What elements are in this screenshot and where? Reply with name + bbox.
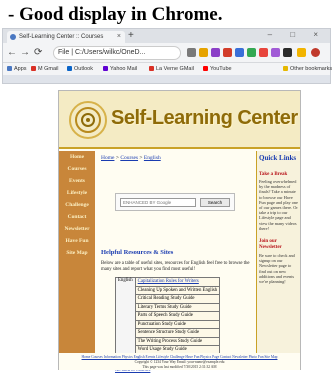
footer-links[interactable]: Home Courses Information Physics English… [59, 353, 300, 359]
resource-link[interactable]: Sentence Structure Study Guide [138, 330, 199, 335]
search-icon[interactable] [187, 48, 196, 57]
star-icon[interactable] [199, 48, 208, 57]
tab-strip: Self-Learning Center :: Courses × + – □ … [3, 29, 330, 43]
bookmark-item[interactable]: Other bookmarks [283, 63, 332, 75]
spiral-logo-icon [69, 101, 107, 139]
nav-lifestyle[interactable]: Lifestyle [59, 188, 95, 199]
site-banner: Self-Learning Center [59, 91, 300, 149]
google-search-box: Search [115, 193, 235, 211]
breadcrumb-home[interactable]: Home [101, 155, 114, 161]
favicon-icon [10, 34, 16, 40]
newsletter-text: Be sure to check and signup on our Newsl… [259, 253, 295, 285]
nav-contact[interactable]: Contact [59, 212, 95, 223]
resource-cell: Sentence Structure Study Guide [134, 328, 221, 338]
nav-site-map[interactable]: Site Map [59, 248, 95, 259]
footer-copyright: Copyright © 1234 Your Way Email: your-na… [134, 360, 225, 364]
extension-icon[interactable] [297, 48, 306, 57]
bookmark-item[interactable]: M Gmail [31, 63, 58, 75]
browser-toolbar: ← → ⟳ File | C:/Users/wilkc/OneD... [3, 43, 330, 63]
resource-cell: The Writing Process Study Guide [134, 336, 221, 346]
resources-heading: Helpful Resources & Sites [101, 249, 174, 256]
resource-cell: Literary Terms Study Guide [134, 302, 221, 312]
resource-cell: Punctuation Study Guide [134, 319, 221, 329]
nav-have-fun[interactable]: Have Fun [59, 236, 95, 247]
extension-icon[interactable] [259, 48, 268, 57]
breadcrumb-courses[interactable]: Courses [120, 155, 138, 161]
footer-updated: This page was last modified 7/30/2015 2:… [142, 365, 217, 369]
site-container: Self-Learning Center Home Courses Events… [58, 90, 301, 372]
nav-courses[interactable]: Courses [59, 164, 95, 175]
nav-home[interactable]: Home [59, 152, 95, 163]
site-footer: Home Courses Information Physics English… [59, 353, 300, 370]
address-bar[interactable]: File | C:/Users/wilkc/OneD... [53, 46, 181, 60]
bookmark-item[interactable]: Outlook [67, 63, 93, 75]
back-button[interactable]: ← [7, 47, 17, 58]
table-row: English Capitalization Rules for Writers [115, 277, 221, 355]
bookmarks-bar: Apps M Gmail Outlook Yahoo Mail La Verne… [3, 63, 332, 75]
tab-title: Self-Learning Center :: Courses [19, 34, 104, 40]
intro-text: Below are a table of useful sites, resou… [101, 261, 250, 272]
extension-icon[interactable] [271, 48, 280, 57]
window-controls[interactable]: – □ × [268, 30, 326, 39]
forward-button[interactable]: → [20, 47, 30, 58]
close-tab-icon[interactable]: × [117, 31, 121, 43]
quick-links-sidebar: Quick Links Take a Break Feeling overwhe… [256, 151, 300, 353]
resource-cell: Capitalization Rules for Writers [134, 277, 221, 287]
resource-link[interactable]: Critical Reading Study Guide [138, 296, 195, 301]
newsletter-heading: Join our Newsletter [259, 239, 282, 251]
extension-icon[interactable] [247, 48, 256, 57]
resource-link[interactable]: Punctuation Study Guide [138, 322, 186, 327]
resource-link[interactable]: Cleaning Up Spoken and Written English [138, 288, 218, 293]
resource-link[interactable]: Word Usage Study Guide [138, 347, 187, 352]
left-navigation: Home Courses Events Lifestyle Challenge … [59, 151, 95, 353]
resource-cell: Critical Reading Study Guide [134, 294, 221, 304]
extension-icon[interactable] [223, 48, 232, 57]
resources-table: English Capitalization Rules for Writers… [115, 277, 221, 355]
main-content: Home > Courses > English Search Helpful … [99, 153, 252, 372]
search-input[interactable] [120, 198, 196, 207]
resource-link[interactable]: Capitalization Rules for Writers [138, 279, 199, 284]
reload-button[interactable]: ⟳ [34, 47, 42, 58]
take-a-break-heading: Take a Break [259, 172, 288, 177]
page-viewport: Self-Learning Center Home Courses Events… [2, 84, 331, 373]
bookmark-item[interactable]: Apps [7, 63, 27, 75]
resource-cell: Parts of Speech Study Guide [134, 311, 221, 321]
new-tab-button[interactable]: + [128, 30, 134, 41]
profile-avatar-icon[interactable] [311, 48, 320, 57]
browser-window: Self-Learning Center :: Courses × + – □ … [2, 28, 332, 84]
resource-link[interactable]: Parts of Speech Study Guide [138, 313, 193, 318]
site-title: Self-Learning Center [111, 107, 298, 129]
bookmark-item[interactable]: La Verne GMail [149, 63, 194, 75]
resource-cell: Cleaning Up Spoken and Written English [134, 285, 221, 295]
breadcrumb: Home > Courses > English [101, 155, 161, 161]
browser-tab[interactable]: Self-Learning Center :: Courses × [7, 31, 125, 43]
subject-cell: English [115, 277, 136, 355]
bookmark-item[interactable]: YouTube [203, 63, 232, 75]
take-a-break-text: Feeling overwhelmed by the madness of fi… [259, 179, 298, 231]
extension-icon[interactable] [211, 48, 220, 57]
breadcrumb-current[interactable]: English [144, 155, 161, 161]
nav-newsletter[interactable]: Newsletter [59, 224, 95, 235]
resource-link[interactable]: Literary Terms Study Guide [138, 305, 192, 310]
quick-links-heading: Quick Links [259, 154, 297, 162]
nav-challenge[interactable]: Challenge [59, 200, 95, 211]
extension-icon[interactable] [235, 48, 244, 57]
extension-icon[interactable] [283, 48, 292, 57]
caption-text: - Good display in Chrome. [8, 4, 223, 25]
resource-link[interactable]: The Writing Process Study Guide [138, 339, 202, 344]
bookmark-item[interactable]: Yahoo Mail [103, 63, 137, 75]
nav-events[interactable]: Events [59, 176, 95, 187]
search-button[interactable]: Search [200, 198, 230, 207]
